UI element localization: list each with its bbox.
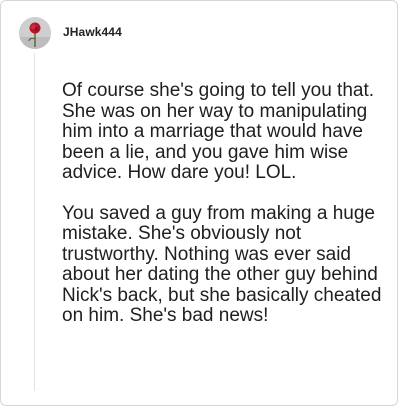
rose-avatar-icon	[19, 17, 51, 49]
thread-line	[34, 53, 35, 391]
comment-paragraph: Of course she's going to tell you that. …	[62, 80, 375, 183]
comment-card: JHawk444 Of course she's going to tell y…	[0, 0, 398, 406]
comment-body: Of course she's going to tell you that. …	[62, 80, 392, 347]
user-avatar[interactable]	[19, 17, 51, 49]
comment-paragraph: You saved a guy from making a huge mista…	[62, 202, 382, 326]
comment-username[interactable]: JHawk444	[63, 25, 122, 39]
